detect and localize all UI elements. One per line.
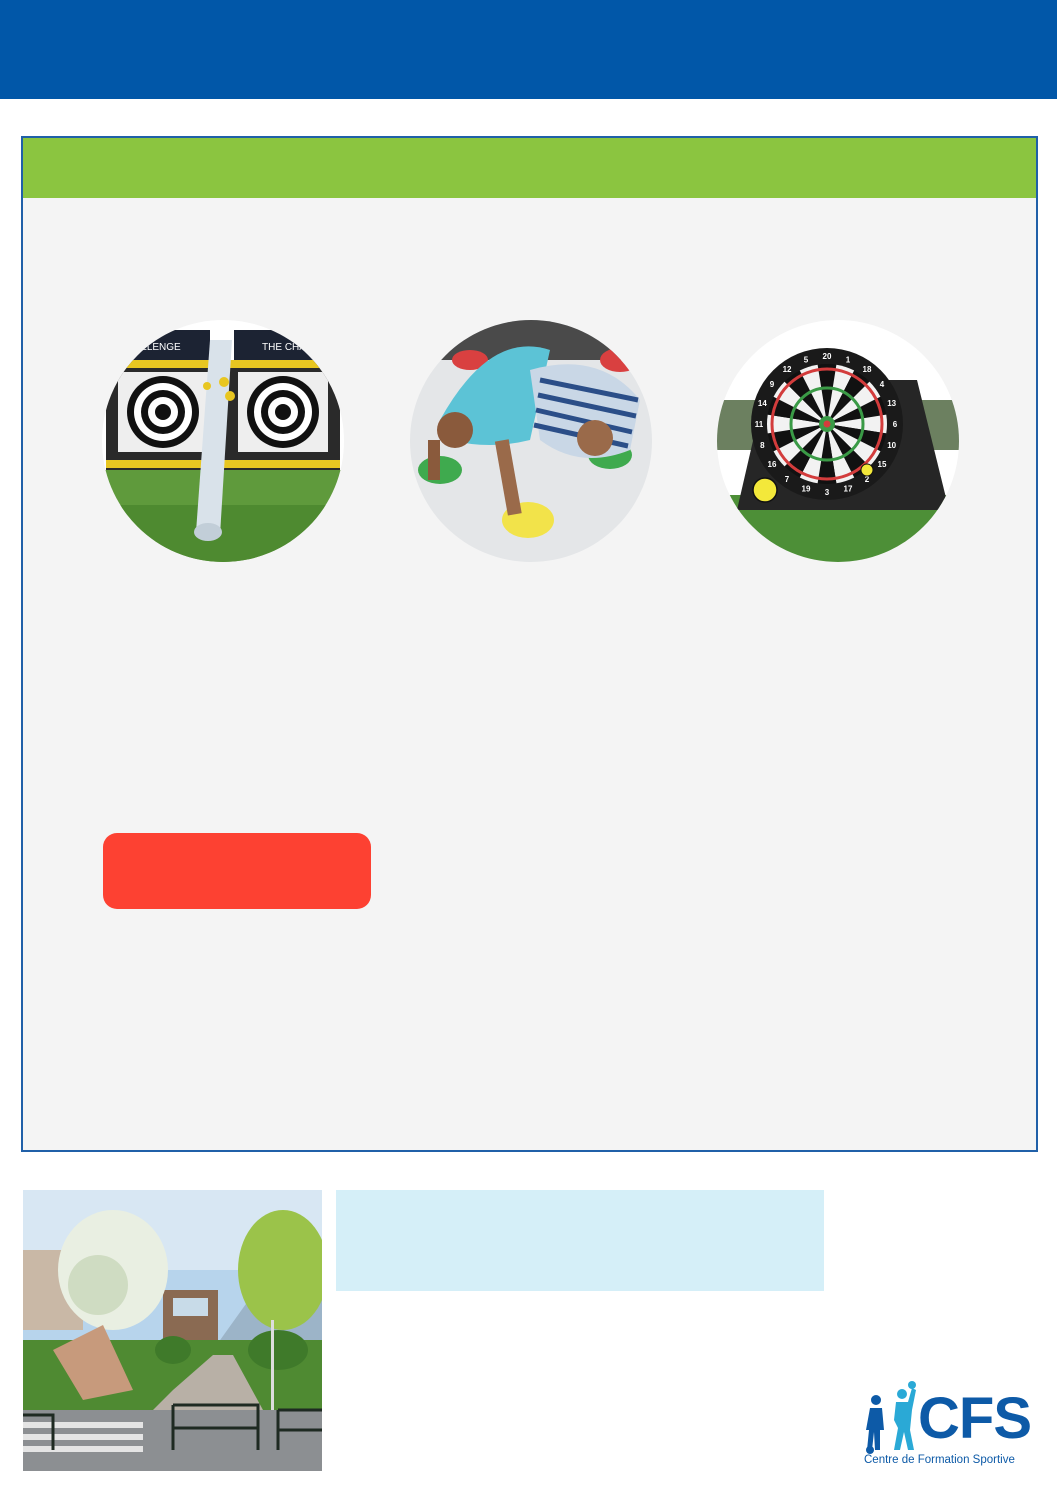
giant-twister-photo [410,320,652,562]
logo-subtitle: Centre de Formation Sportive [864,1454,1015,1466]
dartboard-number: 12 [783,365,792,374]
dartboard-number: 17 [844,485,853,494]
sign-left-text: LLENGE [141,342,181,353]
dartboard-number: 19 [802,485,811,494]
target-left [127,376,199,448]
dartboard-number: 5 [804,355,809,364]
inflatable-target-photo: LLENGE THE CHA [102,320,344,562]
dartboard-number: 16 [768,460,777,469]
sports-centre-photo [23,1190,322,1471]
dartboard-number: 3 [825,488,830,497]
dartboard-number: 8 [760,441,765,450]
dartboard-number: 4 [880,380,885,389]
dartboard-number: 14 [758,399,767,408]
dartboard-number: 15 [878,460,887,469]
info-button[interactable] [103,833,371,909]
athletes-logo-icon [866,1381,916,1454]
header-band [0,0,1057,99]
cfs-logo: CFS Centre de Formation Sportive [862,1380,1042,1475]
dartboard-number: 9 [770,380,775,389]
dartboard-number: 10 [887,441,896,450]
target-right [247,376,319,448]
dartboard-number: 7 [785,475,790,484]
dartboard-number: 13 [887,399,896,408]
dartboard-number: 18 [863,365,872,374]
info-box [336,1190,824,1291]
dartboard-number: 1 [846,355,851,364]
dartboard-number: 20 [823,352,832,361]
logo-title: CFS [918,1386,1032,1451]
dartboard-number: 11 [755,420,764,429]
football-darts-photo: 20 1 18 4 13 6 10 15 2 17 3 19 7 16 8 11 14 9 12 5 [717,320,959,562]
activities-panel: LLENGE THE CHA 20 1 18 4 13 6 10 15 2 17… [21,136,1038,1152]
dartboard-number: 6 [893,420,898,429]
sign-right-text: THE CHA [262,342,306,353]
panel-header-bar [23,138,1036,198]
